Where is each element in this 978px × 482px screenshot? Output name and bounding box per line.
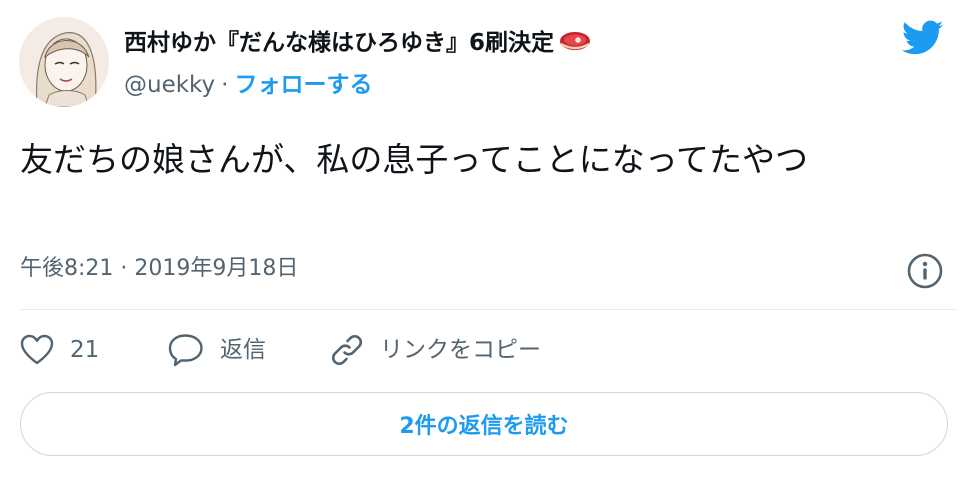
separator-dot: · — [221, 72, 229, 98]
avatar-illustration — [19, 17, 109, 107]
divider — [20, 309, 958, 310]
read-replies-label: 2件の返信を読む — [399, 414, 569, 439]
tweet-timestamp[interactable]: 午後8:21 · 2019年9月18日 — [20, 254, 298, 284]
display-name[interactable]: 西村ゆか『だんな様はひろゆき』6刷決定 — [124, 28, 592, 59]
handle-row: @uekky · フォローする — [124, 70, 372, 100]
info-icon[interactable] — [906, 252, 944, 290]
like-count: 21 — [70, 337, 100, 363]
follow-link[interactable]: フォローする — [234, 72, 372, 98]
twitter-bird-icon[interactable] — [901, 20, 944, 56]
meat-emoji — [558, 29, 592, 59]
reply-button[interactable]: 返信 — [168, 330, 266, 370]
heart-icon — [20, 334, 54, 366]
tweet-text: 友だちの娘さんが、私の息子ってことになってたやつ — [20, 140, 809, 179]
display-name-text: 西村ゆか『だんな様はひろゆき』6刷決定 — [124, 30, 555, 56]
speech-bubble-icon — [168, 333, 204, 367]
read-replies-button[interactable]: 2件の返信を読む — [20, 392, 948, 456]
link-icon — [330, 333, 364, 367]
user-handle[interactable]: @uekky — [124, 72, 215, 98]
reply-label: 返信 — [220, 337, 266, 363]
copy-link-label: リンクをコピー — [380, 337, 541, 363]
avatar[interactable] — [19, 17, 109, 107]
like-button[interactable]: 21 — [20, 330, 99, 370]
copy-link-button[interactable]: リンクをコピー — [330, 330, 541, 370]
action-bar: 21 返信 リンクをコピー — [20, 330, 960, 370]
